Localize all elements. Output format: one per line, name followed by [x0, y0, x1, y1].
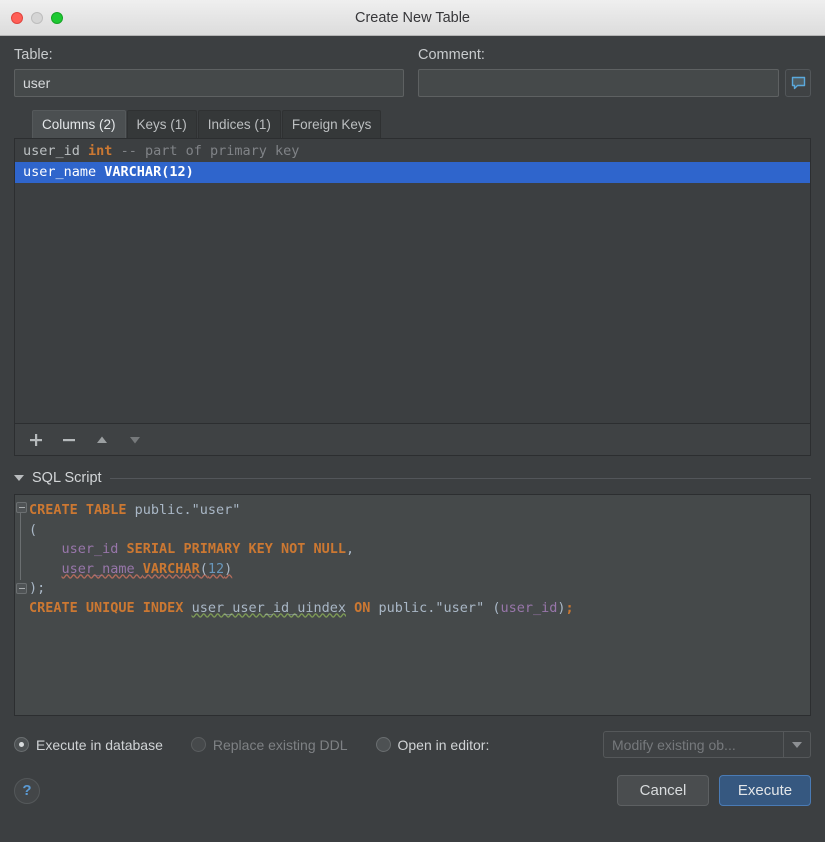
- table-label: Table:: [14, 47, 53, 63]
- sql-script-title: SQL Script: [32, 470, 102, 486]
- editor-target-select: Modify existing ob...: [603, 731, 811, 758]
- entity-tabs: Columns (2) Keys (1) Indices (1) Foreign…: [14, 110, 811, 138]
- column-type: int: [88, 143, 113, 159]
- table-name-input[interactable]: [14, 69, 404, 97]
- column-name: user_name: [23, 164, 97, 180]
- sql-script-section-header[interactable]: SQL Script: [14, 470, 811, 486]
- radio-open-in-editor[interactable]: [375, 737, 391, 752]
- fold-marker-open-icon[interactable]: [16, 502, 27, 513]
- option-label: Execute in database: [36, 736, 163, 753]
- comment-label: Comment:: [418, 47, 485, 63]
- sql-script-editor[interactable]: CREATE TABLE public."user" ( user_id SERI…: [14, 494, 811, 716]
- footer-button-group: Cancel Execute: [617, 775, 811, 806]
- columns-list-toolbar: [15, 423, 810, 455]
- plus-icon: [30, 433, 42, 446]
- sql-line: (: [29, 521, 38, 538]
- comment-toggle-button[interactable]: [785, 69, 811, 97]
- table-row[interactable]: user_name VARCHAR(12): [15, 162, 810, 183]
- help-button[interactable]: ?: [14, 777, 40, 804]
- comment-input-row: [418, 69, 811, 97]
- tab-columns[interactable]: Columns (2): [32, 110, 126, 138]
- window-titlebar: Create New Table: [0, 0, 825, 36]
- sql-code[interactable]: CREATE TABLE public."user" ( user_id SERI…: [26, 495, 810, 715]
- sql-line: );: [29, 580, 46, 596]
- arrow-down-icon: [130, 436, 140, 443]
- radio-execute-in-database[interactable]: [14, 737, 29, 752]
- zoom-window-icon[interactable]: [51, 11, 63, 24]
- column-type: VARCHAR(12): [104, 164, 194, 180]
- option-execute-in-database[interactable]: Execute in database: [14, 737, 163, 753]
- table-row[interactable]: user_id int -- part of primary key: [15, 141, 810, 162]
- section-divider: [109, 477, 811, 479]
- radio-replace-existing-ddl: [190, 737, 206, 752]
- fold-region-line: [20, 512, 21, 580]
- option-label: Replace existing DDL: [212, 736, 348, 753]
- minimize-window-icon[interactable]: [31, 11, 43, 24]
- remove-column-button[interactable]: [60, 431, 78, 449]
- column-comment: -- part of primary key: [120, 143, 300, 159]
- comment-input[interactable]: [418, 69, 779, 97]
- tab-indices[interactable]: Indices (1): [197, 110, 281, 138]
- select-value: Modify existing ob...: [612, 736, 736, 753]
- speech-bubble-icon: [791, 76, 805, 89]
- chevron-down-icon: [792, 741, 802, 748]
- option-label: Open in editor:: [397, 736, 490, 753]
- cancel-button[interactable]: Cancel: [617, 775, 709, 806]
- dialog-content: Table: Comment: Columns (2) Keys (1): [0, 36, 825, 842]
- columns-list[interactable]: user_id int -- part of primary key user_…: [15, 139, 810, 423]
- top-fields-row: Table: Comment:: [14, 47, 811, 97]
- minus-icon: [63, 438, 75, 441]
- execute-button[interactable]: Execute: [719, 775, 811, 806]
- create-new-table-dialog: Create New Table Table: Comment:: [0, 0, 825, 842]
- tab-foreign-keys[interactable]: Foreign Keys: [281, 110, 382, 138]
- arrow-up-icon: [97, 436, 107, 443]
- sql-line: user_name VARCHAR(12): [61, 560, 233, 577]
- window-title: Create New Table: [355, 9, 470, 26]
- dialog-footer: ? Cancel Execute: [14, 775, 811, 806]
- tab-keys[interactable]: Keys (1): [126, 110, 197, 138]
- comment-field-group: Comment:: [418, 47, 811, 97]
- option-replace-existing-ddl: Replace existing DDL: [190, 736, 348, 753]
- move-column-up-button[interactable]: [93, 431, 111, 449]
- close-window-icon[interactable]: [11, 11, 23, 24]
- add-column-button[interactable]: [27, 431, 45, 449]
- option-open-in-editor[interactable]: Open in editor:: [375, 736, 490, 753]
- column-name: user_id: [23, 143, 80, 159]
- sql-line: user_id SERIAL PRIMARY KEY NOT NULL,: [61, 541, 355, 557]
- columns-list-panel: user_id int -- part of primary key user_…: [14, 138, 811, 456]
- traffic-light-group: [11, 11, 63, 24]
- sql-line: CREATE TABLE public."user": [29, 502, 241, 518]
- chevron-down-icon: [14, 475, 24, 481]
- fold-marker-close-icon[interactable]: [16, 583, 27, 594]
- output-options-row: Execute in database Replace existing DDL…: [14, 731, 811, 758]
- table-field-group: Table:: [14, 47, 404, 97]
- move-column-down-button[interactable]: [126, 431, 144, 449]
- editor-gutter: [15, 495, 27, 715]
- sql-line: CREATE UNIQUE INDEX user_user_id_uindex …: [29, 599, 574, 616]
- select-dropdown-button: [783, 732, 810, 757]
